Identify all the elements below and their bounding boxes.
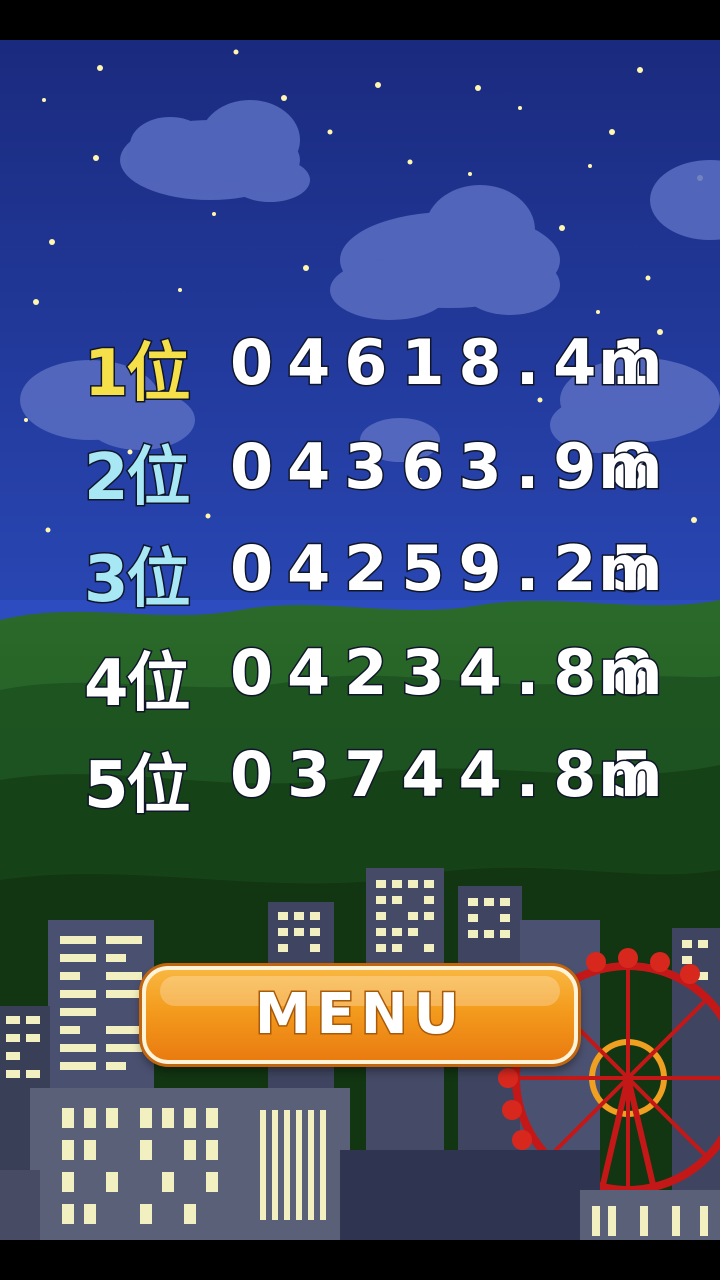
menu-button-label: MENU — [253, 981, 466, 1049]
rank-unit: m — [597, 531, 665, 607]
status-bar — [0, 0, 720, 40]
ranking-row-3: 3位 04259.25 m — [83, 528, 684, 619]
rank-label: 5位 — [83, 748, 193, 825]
ranking-row-1: 1位 04618.41 m — [83, 322, 684, 413]
rank-label: 3位 — [83, 542, 193, 619]
rank-label: 4位 — [83, 646, 193, 723]
rank-label: 1位 — [83, 336, 193, 413]
rank-unit: m — [597, 325, 665, 401]
ranking-row-5: 5位 03744.85 m — [83, 734, 684, 825]
navigation-bar — [0, 1240, 720, 1280]
rank-unit: m — [597, 429, 665, 505]
ranking-row-4: 4位 04234.88 m — [83, 632, 684, 723]
ranking-row-2: 2位 04363.98 m — [83, 426, 684, 517]
rank-unit: m — [597, 737, 665, 813]
rank-label: 2位 — [83, 440, 193, 517]
rank-unit: m — [597, 635, 665, 711]
menu-button[interactable]: MENU — [142, 966, 578, 1064]
